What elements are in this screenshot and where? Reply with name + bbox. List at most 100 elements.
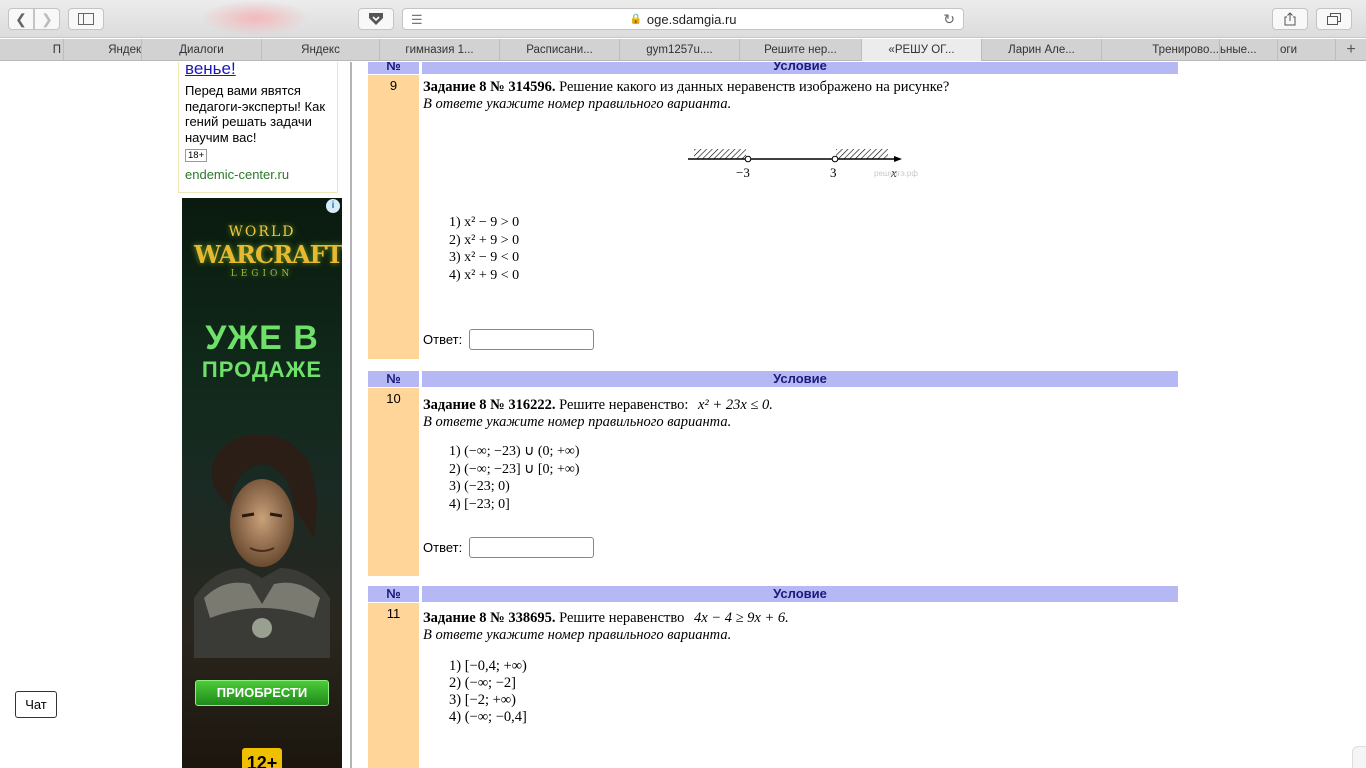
- browser-toolbar: ❮ ❯ ☰ 🔒 oge.sdamgia.ru ↻: [0, 0, 1366, 38]
- tab[interactable]: оги: [1278, 39, 1336, 61]
- address-bar[interactable]: ☰ 🔒 oge.sdamgia.ru ↻: [402, 8, 964, 30]
- task-math: x² + 23x ≤ 0.: [698, 397, 773, 413]
- header-condition: Условие: [422, 62, 1178, 74]
- tab[interactable]: Тренирово...: [1102, 39, 1220, 61]
- task-options: 1) (−∞; −23) ∪ (0; +∞) 2) (−∞; −23] ∪ [0…: [449, 443, 579, 513]
- slogan-line-1: УЖЕ В: [205, 319, 319, 357]
- task-9: № Условие 9 Задание 8 № 314596. Решение …: [368, 62, 1178, 362]
- sidebar-button[interactable]: [68, 8, 104, 30]
- ad-info-icon[interactable]: i: [326, 199, 340, 213]
- logo-line-3: LEGION: [230, 269, 294, 279]
- forward-button[interactable]: ❯: [34, 8, 60, 30]
- tab[interactable]: Расписани...: [500, 39, 620, 61]
- header-condition: Условие: [422, 371, 1178, 387]
- sidebar-icon: [78, 13, 94, 25]
- figure-watermark: решуогэ.рф: [874, 169, 918, 178]
- task-note: В ответе укажите номер правильного вариа…: [423, 414, 732, 430]
- task-note: В ответе укажите номер правильного вариа…: [423, 96, 732, 112]
- ad-domain-link[interactable]: endemic-center.ru: [185, 167, 331, 182]
- task-question-text: Решение какого из данных неравенств изоб…: [559, 79, 950, 95]
- text-advertisement[interactable]: венье! Перед вами явятся педагоги-экспер…: [178, 62, 338, 193]
- reload-icon[interactable]: ↻: [943, 11, 955, 28]
- header-number: №: [368, 586, 419, 602]
- banner-advertisement[interactable]: i WORLD WARCRAFT LEGION УЖЕ В ПРОДАЖЕ ПР…: [182, 198, 342, 768]
- answer-row: Ответ:: [423, 329, 595, 350]
- tab[interactable]: гимназия 1...: [380, 39, 500, 61]
- task-note: В ответе укажите номер правильного вариа…: [423, 627, 732, 643]
- tab[interactable]: ьные...: [1220, 39, 1278, 61]
- answer-input[interactable]: [469, 329, 595, 350]
- task-math: 4x − 4 ≥ 9x + 6.: [693, 610, 789, 626]
- age-rating-badge: 12+: [242, 748, 282, 768]
- task-question: Задание 8 № 314596. Решение какого из да…: [423, 79, 1178, 96]
- answer-label: Ответ:: [423, 332, 463, 347]
- task-options: 1) [−0,4; +∞) 2) (−∞; −2] 3) [−2; +∞) 4)…: [449, 658, 527, 726]
- reader-icon[interactable]: ☰: [411, 12, 423, 28]
- blurred-overlay: [200, 0, 310, 36]
- answer-input[interactable]: [469, 537, 595, 558]
- chevron-left-icon: ❮: [15, 10, 27, 27]
- ad-headline-link[interactable]: венье!: [185, 62, 331, 79]
- ad-buy-button[interactable]: ПРИОБРЕСТИ: [195, 680, 329, 706]
- option-3: 3) (−23; 0): [449, 479, 510, 494]
- task-number: 10: [368, 388, 419, 576]
- option-2: 2) (−∞; −23] ∪ [0; +∞): [449, 461, 580, 477]
- task-header: № Условие: [368, 62, 1178, 74]
- header-number: №: [368, 62, 419, 74]
- task-body: Задание 8 № 316222. Решите неравенство: …: [423, 397, 1178, 577]
- chevron-right-icon: ❯: [41, 10, 53, 27]
- tab[interactable]: П: [0, 39, 64, 61]
- task-number: 11: [368, 603, 419, 768]
- option-2: 2) x² + 9 > 0: [449, 232, 520, 248]
- task-header: № Условие: [368, 586, 1178, 602]
- lock-icon: 🔒: [629, 13, 642, 25]
- header-condition: Условие: [422, 586, 1178, 602]
- back-button[interactable]: ❮: [8, 8, 34, 30]
- task-body: Задание 8 № 338695. Решите неравенство 4…: [423, 610, 1178, 768]
- task-title: Задание 8 № 338695.: [423, 610, 556, 626]
- tab[interactable]: Яндек: [64, 39, 142, 61]
- task-header: № Условие: [368, 371, 1178, 387]
- option-1: 1) [−0,4; +∞): [449, 658, 527, 674]
- tab[interactable]: Диалоги: [142, 39, 262, 61]
- option-2: 2) (−∞; −2]: [449, 675, 516, 691]
- tab[interactable]: Решите нер...: [740, 39, 862, 61]
- new-tab-button[interactable]: +: [1336, 39, 1366, 60]
- task-question-text: Решите неравенство:: [559, 397, 689, 413]
- pocket-download-icon: [369, 13, 383, 25]
- url-text: oge.sdamgia.ru: [646, 11, 737, 27]
- task-11: № Условие 11 Задание 8 № 338695. Решите …: [368, 586, 1178, 768]
- task-options: 1) x² − 9 > 0 2) x² + 9 > 0 3) x² − 9 < …: [449, 214, 519, 284]
- logo-line-2: WARCRAFT: [194, 240, 342, 269]
- share-button[interactable]: [1272, 8, 1308, 30]
- corner-widget[interactable]: [1352, 746, 1366, 768]
- tab[interactable]: Ларин Але...: [982, 39, 1102, 61]
- number-line-figure: −3 3 x решуогэ.рф: [688, 149, 918, 180]
- game-logo: WORLD WARCRAFT LEGION: [194, 224, 342, 279]
- chat-button[interactable]: Чат: [15, 691, 57, 718]
- tab[interactable]: Яндекс: [262, 39, 380, 61]
- slogan-line-2: ПРОДАЖЕ: [201, 357, 323, 382]
- logo-line-1: WORLD: [228, 224, 296, 240]
- tab[interactable]: gym1257u....: [620, 39, 740, 61]
- ad-age-badge: 18+: [185, 149, 208, 162]
- option-1: 1) x² − 9 > 0: [449, 215, 520, 230]
- tab-active[interactable]: «РЕШУ ОГ...: [862, 39, 982, 61]
- task-question: Задание 8 № 338695. Решите неравенство 4…: [423, 610, 1178, 627]
- share-icon: [1284, 12, 1296, 26]
- task-number: 9: [368, 75, 419, 359]
- ad-slogan: УЖЕ В ПРОДАЖЕ: [182, 319, 342, 386]
- option-4: 4) (−∞; −0,4]: [449, 709, 527, 725]
- ad-body-text: Перед вами явятся педагоги-эксперты! Как…: [185, 83, 326, 145]
- option-3: 3) x² − 9 < 0: [449, 250, 520, 265]
- option-4: 4) [−23; 0]: [449, 496, 510, 512]
- pocket-button[interactable]: [358, 8, 394, 30]
- answer-label: Ответ:: [423, 540, 463, 555]
- header-number: №: [368, 371, 419, 387]
- task-title: Задание 8 № 314596.: [423, 79, 556, 95]
- tab-bar: П Яндек Диалоги Яндекс гимназия 1... Рас…: [0, 39, 1366, 61]
- hero-character-image: [194, 434, 330, 658]
- tab-overview-button[interactable]: [1316, 8, 1352, 30]
- tabs-icon: [1327, 13, 1341, 25]
- option-4: 4) x² + 9 < 0: [449, 267, 520, 283]
